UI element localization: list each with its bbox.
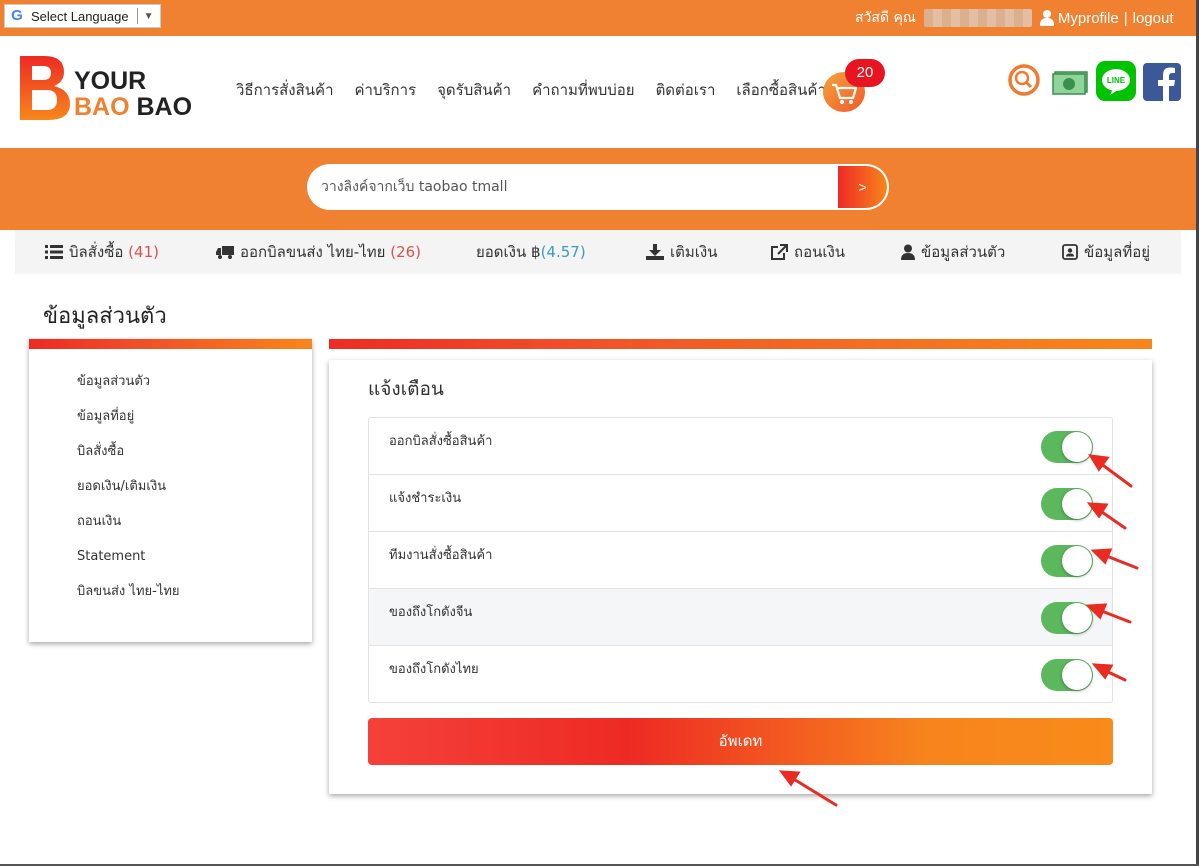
notifications-panel: แจ้งเตือน ออกบิลสั่งซื้อสินค้า แจ้งชำระเ… [329,360,1152,794]
greeting-text: สวัสดี คุณ [855,10,916,26]
line-app-icon: LINE [1096,61,1136,101]
logo-line-2a: BAO [74,93,137,121]
notification-toggles: ออกบิลสั่งซื้อสินค้า แจ้งชำระเงิน ทีมงาน… [368,417,1113,703]
toggle-knob [1062,603,1092,633]
subnav-orders-label: บิลสั่งซื้อ [69,243,124,261]
magnifier-icon [1008,64,1040,96]
myprofile-link[interactable]: Myprofile [1058,10,1119,27]
search-submit-button[interactable]: > [838,166,887,208]
sidebar-item-address[interactable]: ข้อมูลที่อยู่ [77,407,180,442]
subnav-orders[interactable]: บิลสั่งซื้อ (41) [45,230,159,274]
subnav-balance[interactable]: ยอดเงิน ฿ (4.57) [476,230,586,274]
nav-shop[interactable]: เลือกซื้อสินค้า [736,78,825,102]
toggle-label: แจ้งชำระเงิน [389,491,462,506]
logo-text: YOUR BAO BAO [74,68,192,120]
sidebar-item-statement[interactable]: Statement [77,547,180,582]
line-button[interactable]: LINE [1096,61,1136,101]
panel-gradient-bar [329,339,1152,349]
subnav-balance-value: (4.57) [540,243,586,261]
download-icon [646,244,664,260]
nav-pickup-points[interactable]: จุดรับสินค้า [437,78,511,102]
nav-how-to-order[interactable]: วิธีการสั่งสินค้า [236,78,334,102]
subnav-topup[interactable]: เติมเงิน [646,230,717,274]
main-nav: วิธีการสั่งสินค้า ค่าบริการ จุดรับสินค้า… [236,78,847,102]
toggle-row: ของถึงโกดังจีน [369,589,1112,646]
payment-button[interactable] [1051,61,1089,101]
toggle-knob [1062,432,1092,462]
user-icon [901,244,915,260]
sidebar-gradient-bar [29,339,312,349]
subnav-profile-label: ข้อมูลส่วนตัว [921,243,1006,261]
toggle-row: ออกบิลสั่งซื้อสินค้า [369,418,1112,475]
toggle-switch[interactable] [1041,488,1093,520]
search-box: > [307,164,889,210]
update-button[interactable]: อัพเดท [368,718,1113,765]
toggle-row: ทีมงานสั่งซื้อสินค้า [369,532,1112,589]
search-tracking-button[interactable] [1006,61,1044,101]
subnav-shipping-count: (26) [390,243,422,261]
facebook-button[interactable] [1143,61,1181,101]
sidebar-item-orders[interactable]: บิลสั่งซื้อ [77,442,180,477]
subnav-topup-label: เติมเงิน [670,243,718,261]
facebook-icon [1143,63,1181,101]
logo-b-icon [20,56,70,120]
toggle-knob [1062,489,1092,519]
subnav-address[interactable]: ข้อมูลที่อยู่ [1062,230,1150,274]
subnav-balance-label: ยอดเงิน ฿ [476,243,541,261]
sidebar-item-withdraw[interactable]: ถอนเงิน [77,512,180,547]
list-icon [45,244,63,260]
subnav-withdraw[interactable]: ถอนเงิน [770,230,845,274]
toggle-switch[interactable] [1041,545,1093,577]
language-select-label: Select Language [31,8,129,24]
external-link-icon [770,244,788,260]
svg-text:LINE: LINE [1107,76,1126,85]
logout-link[interactable]: logout [1133,10,1174,27]
sidebar-menu: ข้อมูลส่วนตัว ข้อมูลที่อยู่ บิลสั่งซื้อ … [77,372,180,617]
truck-icon [216,244,234,260]
money-icon [1052,71,1088,95]
redacted-username [923,9,1032,27]
subnav-address-label: ข้อมูลที่อยู่ [1084,243,1151,261]
toggle-switch[interactable] [1041,602,1093,634]
subnav-orders-count: (41) [128,243,159,261]
sidebar-item-shipping[interactable]: บิลขนส่ง ไทย-ไทย [77,582,180,617]
panel-title: แจ้งเตือน [368,378,444,400]
logo-line-2b: BAO [136,93,193,121]
toggle-row: แจ้งชำระเงิน [369,475,1112,532]
toggle-label: ของถึงโกดังจีน [389,605,473,620]
toggle-switch[interactable] [1041,431,1093,463]
user-icon [1039,10,1054,26]
subnav-withdraw-label: ถอนเงิน [794,243,846,261]
language-select[interactable]: G Select Language ▼ [4,4,161,28]
user-greeting: สวัสดี คุณ Myprofile | logout [855,6,1174,30]
sidebar-item-profile[interactable]: ข้อมูลส่วนตัว [77,372,180,407]
page-title: ข้อมูลส่วนตัว [43,304,167,329]
toggle-knob [1062,546,1092,576]
product-link-input[interactable] [321,164,831,210]
account-subnav: บิลสั่งซื้อ (41) ออกบิลขนส่ง ไทย-ไทย (26… [15,230,1181,274]
nav-contact[interactable]: ติดต่อเรา [656,78,716,102]
toggle-row: ของถึงโกดังไทย [369,646,1112,703]
subnav-shipping-label: ออกบิลขนส่ง ไทย-ไทย [240,243,386,261]
nav-fees[interactable]: ค่าบริการ [355,78,417,102]
address-card-icon [1062,244,1078,260]
toggle-knob [1062,660,1092,690]
caret-down-icon: ▼ [143,10,154,22]
divider [136,8,138,24]
nav-faq[interactable]: คำถามที่พบบ่อย [532,78,634,102]
toggle-label: ออกบิลสั่งซื้อสินค้า [389,434,493,449]
link-divider: | [1123,9,1128,27]
toggle-label: ทีมงานสั่งซื้อสินค้า [389,548,493,563]
top-bar: G Select Language ▼ สวัสดี คุณ Myprofile… [0,0,1199,36]
site-logo[interactable]: YOUR BAO BAO [16,54,196,124]
sidebar: ข้อมูลส่วนตัว ข้อมูลที่อยู่ บิลสั่งซื้อ … [29,339,312,642]
sidebar-item-balance[interactable]: ยอดเงิน/เติมเงิน [77,477,180,512]
toggle-label: ของถึงโกดังไทย [389,662,479,677]
toggle-switch[interactable] [1041,659,1093,691]
subnav-profile[interactable]: ข้อมูลส่วนตัว [901,230,1005,274]
subnav-shipping[interactable]: ออกบิลขนส่ง ไทย-ไทย (26) [216,230,421,274]
google-icon: G [11,7,23,24]
logo-line-1: YOUR [74,67,147,95]
cart-count-badge: 20 [845,59,885,87]
